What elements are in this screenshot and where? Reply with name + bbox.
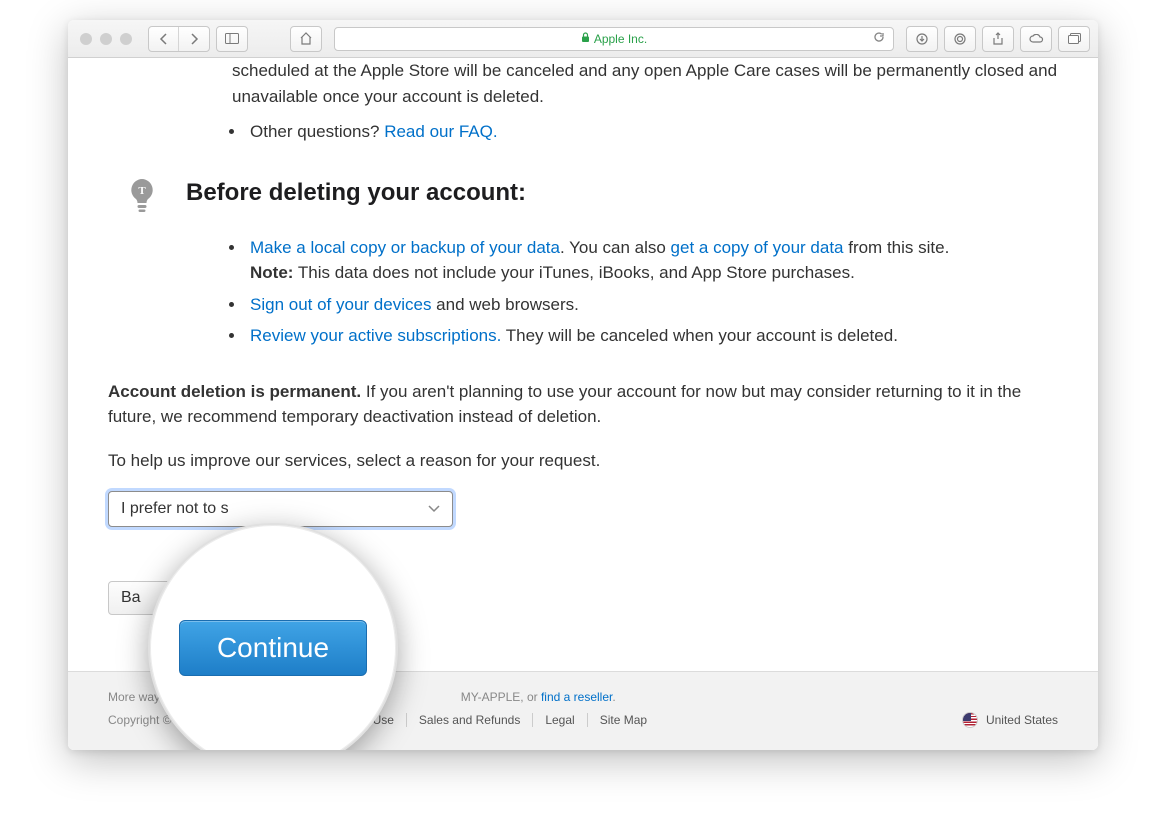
chevron-down-icon [428,497,440,521]
signout-link[interactable]: Sign out of your devices [250,295,431,314]
find-reseller-link[interactable]: find a reseller [541,690,612,704]
list-item: Sign out of your devices and web browser… [246,292,1058,318]
country-selector[interactable]: United States [962,712,1058,728]
share-button[interactable] [983,27,1013,51]
before-delete-section: T Before deleting your account: [108,175,1058,219]
home-button[interactable] [291,27,321,51]
info-button[interactable] [945,27,975,51]
tabs-overview-button[interactable] [1059,27,1089,51]
reason-prompt: To help us improve our services, select … [108,448,1058,474]
reload-icon[interactable] [873,31,885,46]
close-window-button[interactable] [80,33,92,45]
backup-link[interactable]: Make a local copy or backup of your data [250,238,560,257]
page-content: scheduled at the Apple Store will be can… [68,58,1098,750]
legal-link[interactable]: Legal [545,713,574,727]
window-controls [80,33,132,45]
home-button-group [290,26,322,52]
get-copy-link[interactable]: get a copy of your data [671,238,844,257]
faq-link[interactable]: Read our FAQ. [384,122,497,141]
address-title: Apple Inc. [594,32,647,46]
list-item: Make a local copy or backup of your data… [246,235,1058,286]
before-delete-heading: Before deleting your account: [186,175,526,211]
sales-link[interactable]: Sales and Refunds [419,713,520,727]
downloads-button[interactable] [907,27,937,51]
subscriptions-link[interactable]: Review your active subscriptions. [250,326,501,345]
sidebar-toggle-button[interactable] [217,27,247,51]
dropdown-value: I prefer not to s [121,497,229,521]
list-item: Other questions? Read our FAQ. [246,119,1058,145]
sitemap-link[interactable]: Site Map [600,713,647,727]
list-item: scheduled at the Apple Store will be can… [228,58,1058,109]
lock-icon [581,32,590,46]
address-bar[interactable]: Apple Inc. [334,27,894,51]
list-item: Review your active subscriptions. They w… [246,323,1058,349]
cloud-tabs-button[interactable] [1021,27,1051,51]
reason-dropdown[interactable]: I prefer not to s [108,491,453,527]
zoom-window-button[interactable] [120,33,132,45]
us-flag-icon [962,712,978,728]
permanence-text: Account deletion is permanent. If you ar… [108,379,1058,430]
svg-text:T: T [138,185,146,197]
toolbar-right [906,26,1090,52]
lightbulb-icon: T [120,175,164,219]
nav-buttons [148,26,210,52]
sidebar-button-group [216,26,248,52]
back-nav-button[interactable] [149,27,179,51]
safari-window: Apple Inc. + [68,20,1098,750]
continue-button[interactable]: Continue [179,620,367,676]
forward-nav-button[interactable] [179,27,209,51]
minimize-window-button[interactable] [100,33,112,45]
browser-toolbar: Apple Inc. [68,20,1098,58]
